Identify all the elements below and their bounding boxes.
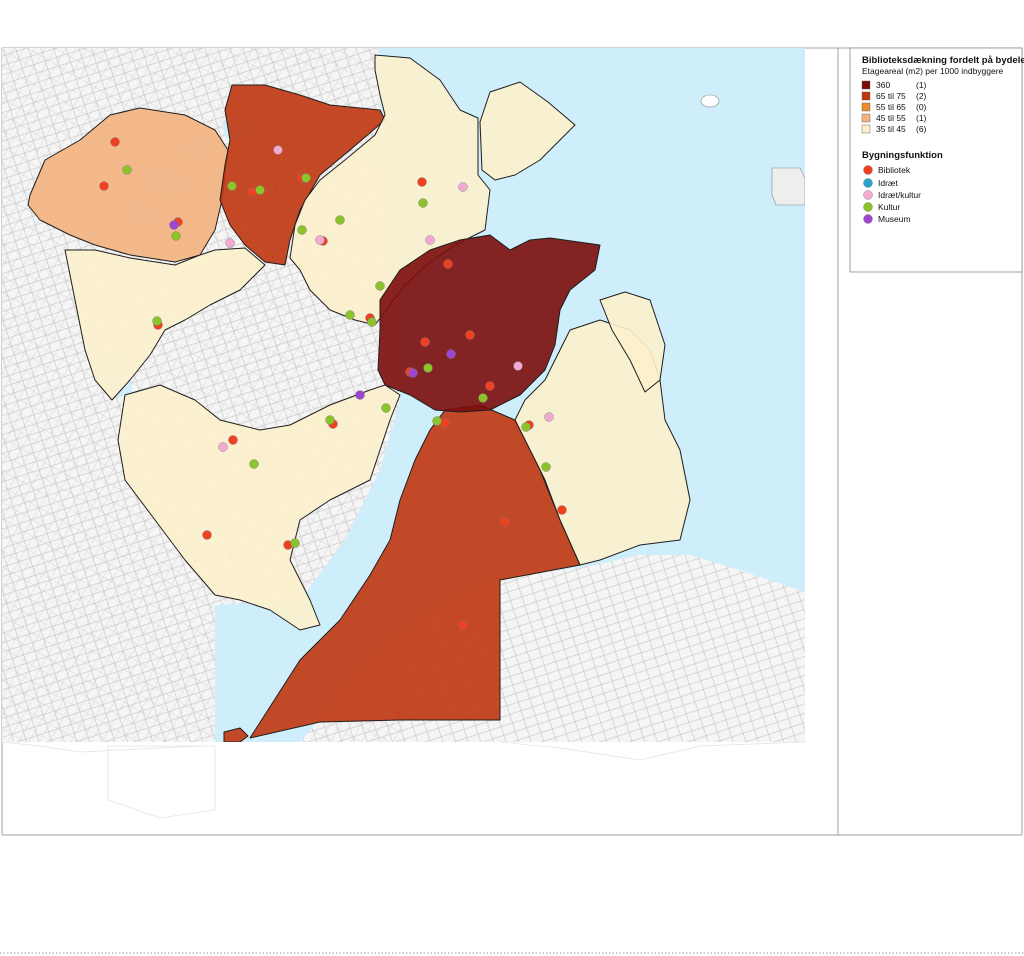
kultur-point[interactable]: [521, 422, 531, 432]
legend-class-count: (6): [916, 124, 927, 134]
idraet-kultur-point[interactable]: [273, 145, 283, 155]
kultur-icon: [863, 202, 873, 212]
bibliotek-point[interactable]: [99, 181, 109, 191]
museum-point[interactable]: [169, 220, 179, 230]
bibliotek-point[interactable]: [465, 330, 475, 340]
kultur-point[interactable]: [122, 165, 132, 175]
bibliotek-icon: [863, 165, 873, 175]
bibliotek-point[interactable]: [420, 337, 430, 347]
legend-class-label: 55 til 65: [876, 102, 906, 112]
bibliotek-point[interactable]: [440, 418, 450, 428]
kultur-point[interactable]: [301, 173, 311, 183]
legend-function-label: Bibliotek: [878, 165, 911, 175]
kultur-point[interactable]: [423, 363, 433, 373]
kultur-point[interactable]: [297, 225, 307, 235]
bibliotek-point[interactable]: [443, 259, 453, 269]
legend-function-label: Kultur: [878, 202, 900, 212]
kultur-point[interactable]: [152, 316, 162, 326]
island-icon: [700, 94, 720, 108]
legend-function-label: Idræt: [878, 178, 898, 188]
museum-point[interactable]: [408, 368, 418, 378]
idraet-kultur-point[interactable]: [218, 442, 228, 452]
idraet-icon: [863, 178, 873, 188]
kultur-point[interactable]: [432, 416, 442, 426]
kultur-point[interactable]: [367, 317, 377, 327]
bibliotek-point[interactable]: [485, 381, 495, 391]
bibliotek-point[interactable]: [202, 530, 212, 540]
museum-point[interactable]: [446, 349, 456, 359]
legend-class-label: 65 til 75: [876, 91, 906, 101]
bibliotek-point[interactable]: [417, 177, 427, 187]
legend-class-count: (0): [916, 102, 927, 112]
bibliotek-point[interactable]: [458, 620, 468, 630]
idraet-kultur-point[interactable]: [315, 235, 325, 245]
idraet-kultur-point[interactable]: [544, 412, 554, 422]
legend-class-count: (1): [916, 113, 927, 123]
bibliotek-point[interactable]: [228, 435, 238, 445]
legend-class-count: (1): [916, 80, 927, 90]
kultur-point[interactable]: [255, 185, 265, 195]
legend-class-label: 35 til 45: [876, 124, 906, 134]
kultur-point[interactable]: [381, 403, 391, 413]
idraet-kultur-point[interactable]: [513, 361, 523, 371]
idraet-kultur-icon: [863, 190, 873, 200]
kultur-point[interactable]: [227, 181, 237, 191]
legend-swatch-360: [861, 80, 871, 90]
kultur-point[interactable]: [249, 459, 259, 469]
map-figure: Biblioteksdækning fordelt på bydele Etag…: [0, 47, 1024, 954]
fort-icon: [771, 167, 805, 206]
legend-swatch-55-65: [861, 102, 871, 112]
legend-swatch-35-45: [861, 124, 871, 134]
legend-class-label: 45 til 55: [876, 113, 906, 123]
legend-function-title: Bygningsfunktion: [862, 150, 943, 161]
kultur-point[interactable]: [325, 415, 335, 425]
idraet-kultur-point[interactable]: [458, 182, 468, 192]
legend-function-label: Idræt/kultur: [878, 190, 921, 200]
kultur-point[interactable]: [478, 393, 488, 403]
legend-swatch-45-55: [861, 113, 871, 123]
kultur-point[interactable]: [345, 310, 355, 320]
museum-icon: [863, 214, 873, 224]
kultur-point[interactable]: [171, 231, 181, 241]
idraet-kultur-point[interactable]: [225, 238, 235, 248]
kultur-point[interactable]: [290, 538, 300, 548]
bibliotek-point[interactable]: [500, 517, 510, 527]
kultur-point[interactable]: [541, 462, 551, 472]
bibliotek-point[interactable]: [247, 187, 257, 197]
legend-subtitle: Etageareal (m2) per 1000 indbyggere: [862, 66, 1004, 76]
bibliotek-point[interactable]: [557, 505, 567, 515]
kultur-point[interactable]: [418, 198, 428, 208]
legend-title: Biblioteksdækning fordelt på bydele: [862, 55, 1024, 66]
bibliotek-point[interactable]: [110, 137, 120, 147]
idraet-kultur-point[interactable]: [425, 235, 435, 245]
outside-map-outline: [1, 741, 806, 819]
legend-swatch-65-75: [861, 91, 871, 101]
kultur-point[interactable]: [335, 215, 345, 225]
legend-class-label: 360: [876, 80, 890, 90]
legend-function-label: Museum: [878, 214, 911, 224]
kultur-point[interactable]: [375, 281, 385, 291]
museum-point[interactable]: [355, 390, 365, 400]
map-area: [2, 48, 805, 742]
amager-streets: [500, 555, 805, 742]
legend-class-count: (2): [916, 91, 927, 101]
